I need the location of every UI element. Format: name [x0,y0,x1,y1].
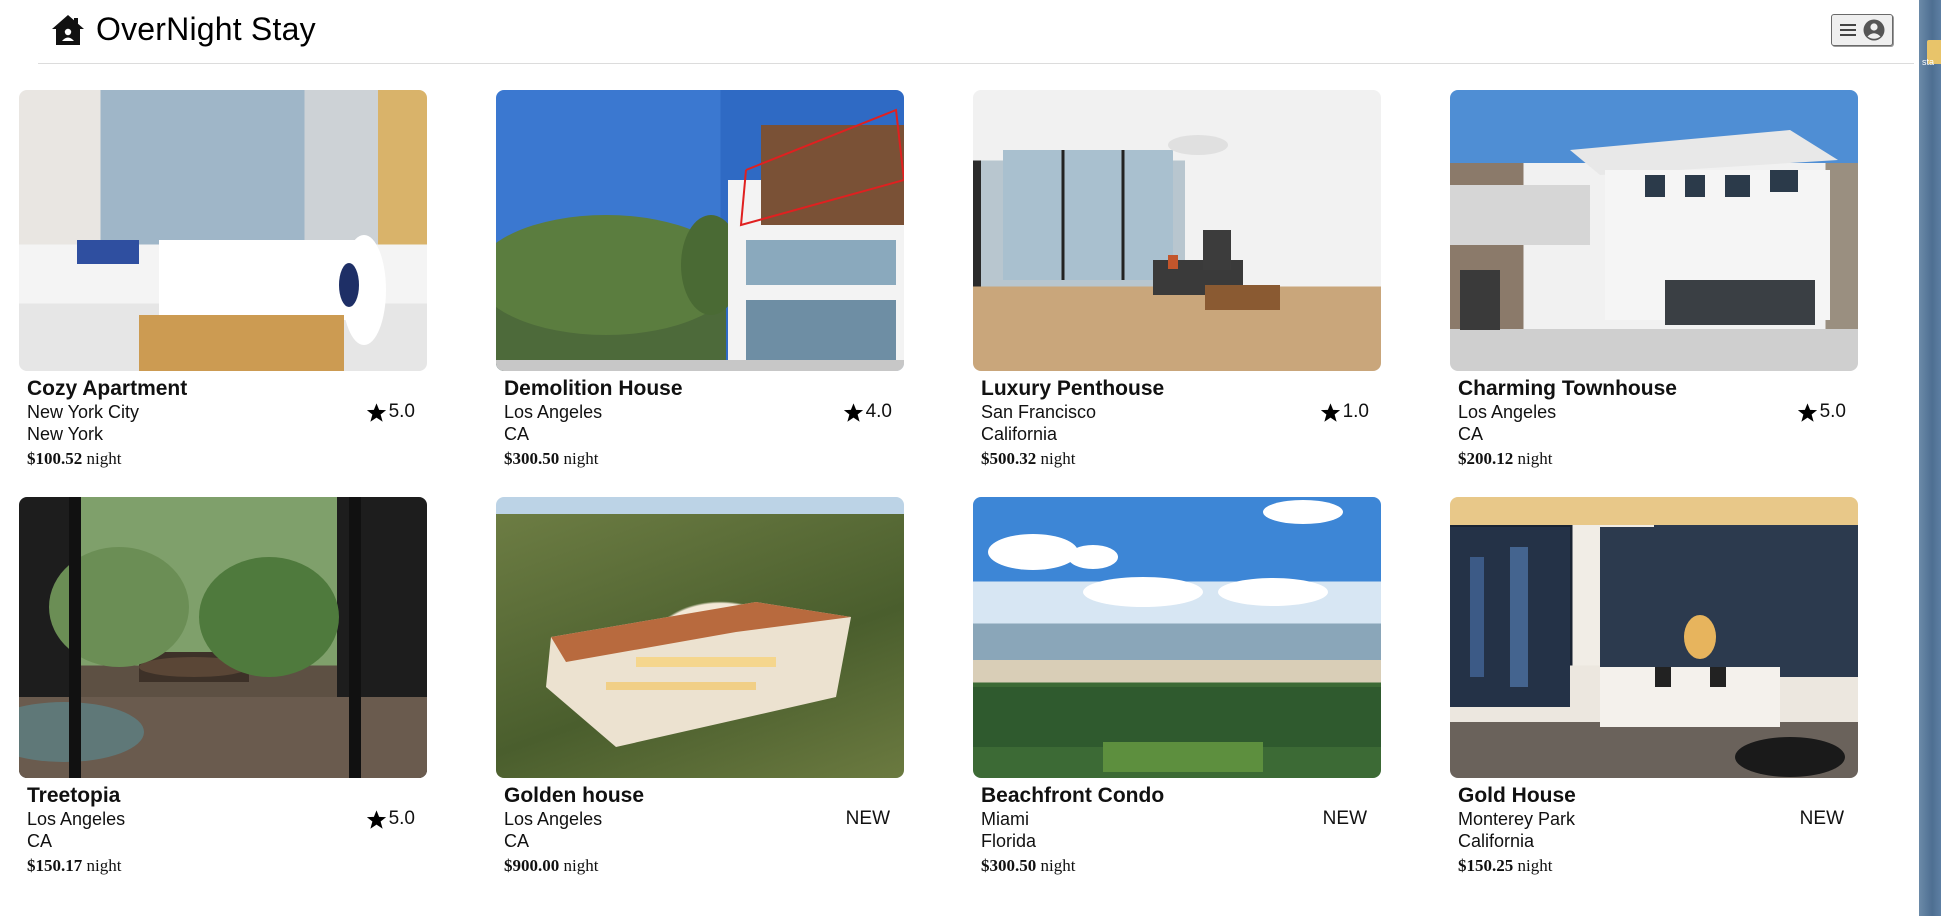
listing-title[interactable]: Luxury Penthouse [981,377,1164,401]
listing-city: Monterey Park [1458,809,1576,829]
listing-card[interactable]: Treetopia Los Angeles CA $150.17 night 5… [19,497,427,875]
desktop-edge-label: sta [1922,57,1935,67]
price-unit: night [1517,856,1553,875]
star-icon [1320,402,1340,422]
price-unit: night [86,449,122,468]
price-amount: $150.25 [1458,856,1514,875]
listing-card[interactable]: Charming Townhouse Los Angeles CA $200.1… [1450,90,1858,468]
listing-card[interactable]: Golden house Los Angeles CA $900.00 nigh… [496,497,904,875]
listing-price: $100.52 night [27,449,121,469]
listing-photo [496,497,904,778]
star-icon [843,402,863,422]
profile-menu-button[interactable] [1831,14,1893,46]
price-unit: night [1517,449,1553,468]
listing-photo [1450,497,1858,778]
listing-rating: 1.0 [1320,401,1369,423]
listing-price: $300.50 night [504,449,598,469]
listing-city: San Francisco [981,402,1097,422]
listing-rating: 4.0 [843,401,892,423]
listing-title[interactable]: Treetopia [27,784,120,808]
rating-value: 1.0 [1342,401,1369,422]
price-amount: $200.12 [1458,449,1514,468]
listing-photo [1450,90,1858,371]
listing-state: New York [27,424,104,444]
listing-rating: 5.0 [366,401,415,423]
listing-state: Florida [981,831,1037,851]
listing-title[interactable]: Cozy Apartment [27,377,187,401]
listing-city: Los Angeles [1458,402,1557,422]
new-badge: NEW [1799,808,1844,829]
listing-city: Los Angeles [27,809,126,829]
listing-price: $500.32 night [981,449,1075,469]
star-icon [1797,402,1817,422]
star-icon [366,402,386,422]
listing-city: New York City [27,402,140,422]
listing-state: California [981,424,1058,444]
rating-value: 4.0 [865,401,892,422]
new-badge: NEW [1322,808,1367,829]
listing-city: Los Angeles [504,402,603,422]
listing-title[interactable]: Beachfront Condo [981,784,1164,808]
listing-title[interactable]: Demolition House [504,377,683,401]
rating-value: 5.0 [388,808,415,829]
listing-state: California [1458,831,1535,851]
listing-title[interactable]: Golden house [504,784,644,808]
listing-title[interactable]: Gold House [1458,784,1576,808]
star-icon [366,809,386,829]
listing-state: CA [27,831,53,851]
listing-state: CA [1458,424,1484,444]
listing-state: CA [504,831,530,851]
hamburger-icon [1840,24,1856,36]
brand-logo[interactable]: OverNight Stay [50,11,316,48]
price-amount: $300.50 [504,449,560,468]
price-unit: night [1040,856,1076,875]
price-unit: night [1040,449,1076,468]
price-unit: night [563,856,599,875]
listing-city: Miami [981,809,1029,829]
user-circle-icon [1863,19,1885,41]
price-unit: night [86,856,122,875]
top-navbar: OverNight Stay [38,0,1914,64]
listing-card[interactable]: Cozy Apartment New York City New York $1… [19,90,427,468]
price-amount: $150.17 [27,856,83,875]
listing-rating: 5.0 [1797,401,1846,423]
listing-state: CA [504,424,530,444]
listing-price: $150.17 night [27,856,121,876]
price-amount: $500.32 [981,449,1037,468]
home-icon [52,14,84,45]
listing-price: $200.12 night [1458,449,1552,469]
listing-price: $150.25 night [1458,856,1552,876]
price-amount: $300.50 [981,856,1037,875]
listing-card[interactable]: Gold House Monterey Park California $150… [1450,497,1858,875]
listing-photo [973,497,1381,778]
listing-photo [496,90,904,371]
price-unit: night [563,449,599,468]
price-amount: $900.00 [504,856,560,875]
listing-photo [19,497,427,778]
new-badge: NEW [845,808,890,829]
listing-photo [19,90,427,371]
listing-photo [973,90,1381,371]
listing-rating: 5.0 [366,808,415,830]
rating-value: 5.0 [388,401,415,422]
listing-price: $900.00 night [504,856,598,876]
listing-card[interactable]: Beachfront Condo Miami Florida $300.50 n… [973,497,1381,875]
price-amount: $100.52 [27,449,83,468]
listing-city: Los Angeles [504,809,603,829]
listing-title[interactable]: Charming Townhouse [1458,377,1677,401]
rating-value: 5.0 [1819,401,1846,422]
listing-card[interactable]: Demolition House Los Angeles CA $300.50 … [496,90,904,468]
app-title: OverNight Stay [96,11,316,47]
listing-price: $300.50 night [981,856,1075,876]
listing-card[interactable]: Luxury Penthouse San Francisco Californi… [973,90,1381,468]
desktop-edge [1919,0,1941,916]
